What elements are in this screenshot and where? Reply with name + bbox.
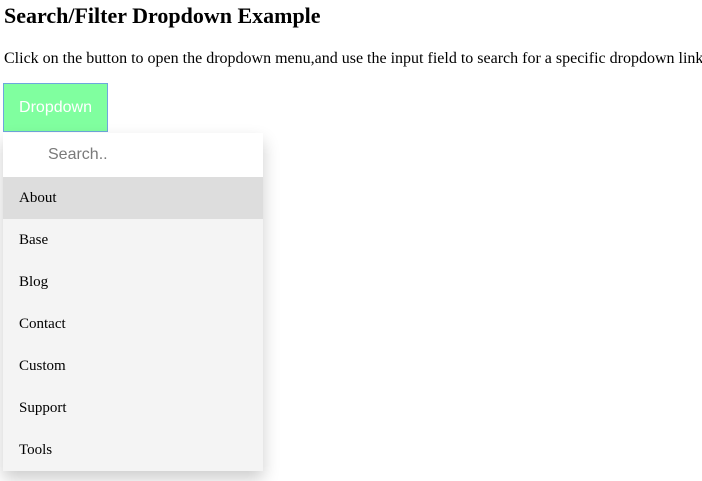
dropdown-item-tools[interactable]: Tools	[3, 429, 263, 471]
search-input[interactable]	[3, 133, 263, 177]
dropdown-item-custom[interactable]: Custom	[3, 345, 263, 387]
dropdown-item-base[interactable]: Base	[3, 219, 263, 261]
dropdown-button[interactable]: Dropdown	[3, 83, 108, 132]
dropdown-item-about[interactable]: About	[3, 177, 263, 219]
dropdown-item-contact[interactable]: Contact	[3, 303, 263, 345]
dropdown-menu: About Base Blog Contact Custom Support T…	[3, 133, 263, 471]
search-row	[3, 133, 263, 177]
dropdown-item-support[interactable]: Support	[3, 387, 263, 429]
dropdown-item-blog[interactable]: Blog	[3, 261, 263, 303]
page-title: Search/Filter Dropdown Example	[4, 3, 321, 28]
page-description: Click on the button to open the dropdown…	[4, 50, 702, 67]
